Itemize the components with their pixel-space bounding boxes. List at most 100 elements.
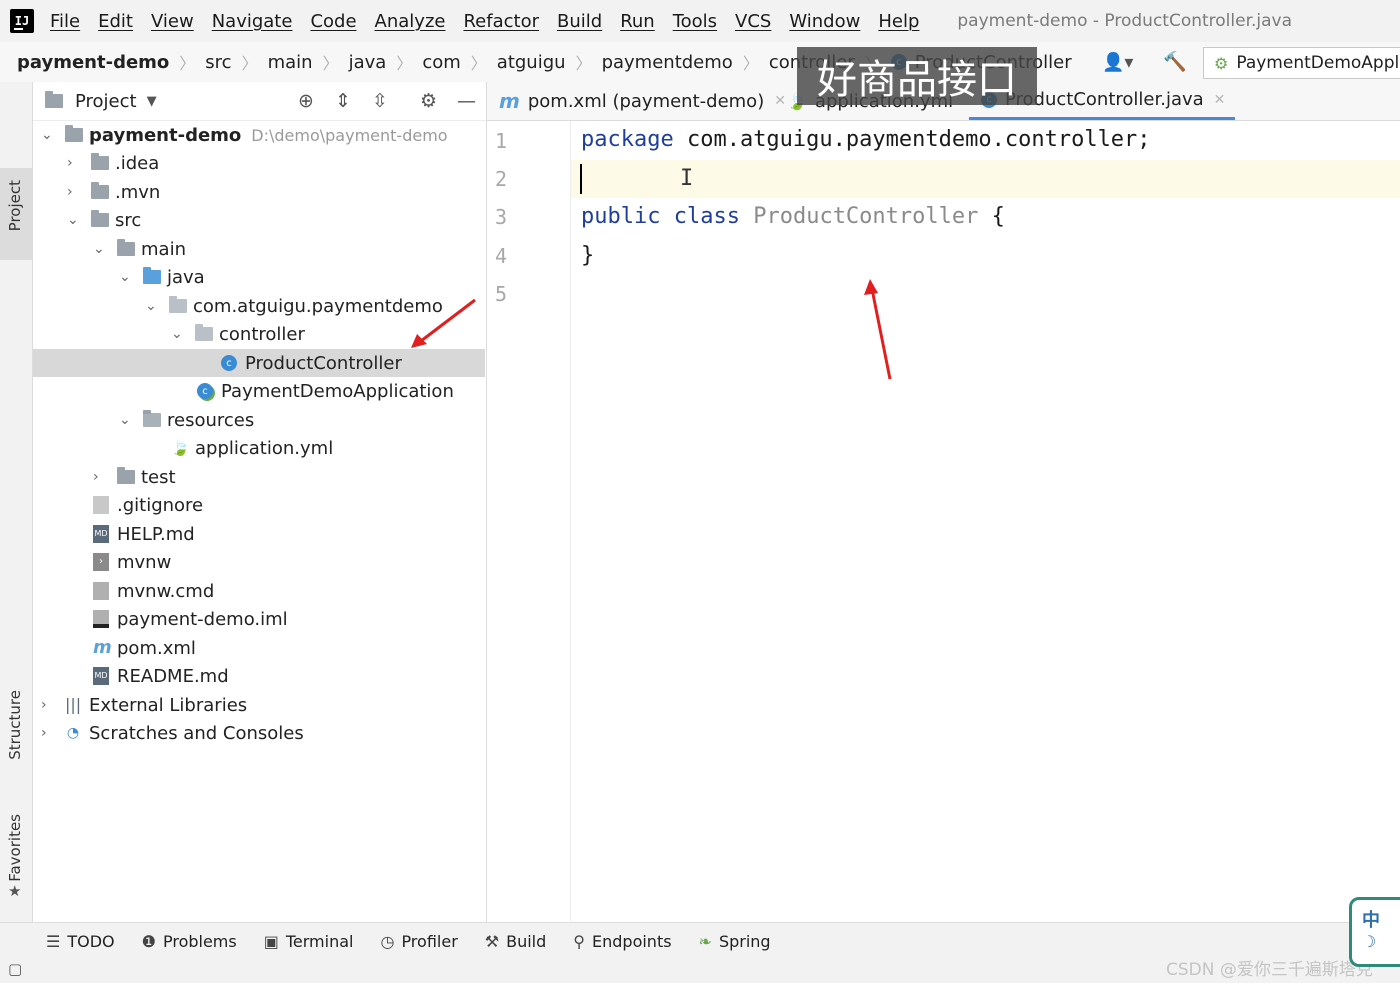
chevron-down-icon[interactable]: ⌄ [145, 298, 159, 314]
user-dropdown-icon[interactable]: 👤▾ [1102, 52, 1133, 73]
chevron-down-icon[interactable]: ⌄ [119, 412, 133, 428]
menu-run[interactable]: Run [620, 11, 655, 32]
menu-file[interactable]: File [50, 11, 80, 32]
tree-item-label: ProductController [245, 352, 402, 374]
menu-tools[interactable]: Tools [673, 11, 717, 32]
tree-item-readme-md[interactable]: MD README.md [93, 662, 229, 690]
code-editor[interactable]: package com.atguigu.paymentdemo.controll… [571, 121, 1400, 921]
menu-refactor[interactable]: Refactor [463, 11, 539, 32]
tree-item-test[interactable]: › test [93, 463, 176, 491]
intellij-logo-icon: IJ [10, 9, 34, 33]
tree-item-java[interactable]: ⌄ java [119, 263, 205, 291]
breadcrumb-main[interactable]: main [268, 52, 313, 73]
project-tool-tab[interactable]: Project [0, 168, 32, 260]
chevron-right-icon[interactable]: › [41, 697, 55, 713]
chevron-right-icon[interactable]: › [93, 469, 107, 485]
locate-crosshair-icon[interactable]: ⊕ [298, 90, 314, 112]
text-file-icon [93, 582, 109, 600]
menu-view[interactable]: View [151, 11, 194, 32]
terminal-tool-button[interactable]: ▣ Terminal [264, 932, 354, 951]
profiler-tool-button[interactable]: ◷ Profiler [380, 932, 457, 951]
breadcrumb-java[interactable]: java [349, 52, 387, 73]
tree-item-application-yml[interactable]: 🍃 application.yml [171, 434, 333, 462]
structure-tool-tab[interactable]: Structure [6, 690, 24, 760]
hammer-icon: ⚒ [484, 931, 500, 951]
breadcrumb-com[interactable]: com [422, 52, 460, 73]
close-icon[interactable]: ✕ [1214, 92, 1226, 108]
tree-item-package-controller[interactable]: ⌄ controller [171, 320, 305, 348]
build-tool-button[interactable]: ⚒ Build [485, 932, 547, 951]
spring-tool-button[interactable]: ❧ Spring [699, 932, 771, 951]
todo-tool-button[interactable]: ☰ TODO [46, 932, 115, 951]
build-hammer-icon[interactable]: 🔨 [1163, 50, 1187, 73]
chevron-down-icon[interactable]: ⌄ [171, 326, 185, 342]
tree-item-label: mvnw [117, 551, 172, 573]
menu-analyze[interactable]: Analyze [375, 11, 446, 32]
tree-item-payment-demo[interactable]: ⌄ payment-demo D:\demo\payment-demo [41, 121, 481, 149]
line-number: 2 [495, 167, 508, 191]
expand-all-icon[interactable]: ⇕ [335, 90, 351, 112]
left-tool-stripe: Project Structure Favorites ★ [0, 82, 33, 922]
chevron-right-icon[interactable]: › [67, 184, 81, 200]
chevron-right-icon[interactable]: › [67, 155, 81, 171]
run-configuration-select[interactable]: ⚙ PaymentDemoApplic [1203, 47, 1400, 79]
endpoints-tool-button[interactable]: ⚲ Endpoints [573, 932, 671, 951]
editor-gutter: 1 2 3 4 5 [487, 121, 571, 921]
tree-item-src[interactable]: ⌄ src [67, 206, 141, 234]
breadcrumb-atguigu[interactable]: atguigu [497, 52, 566, 73]
ime-status-widget[interactable]: 中 ☽ [1349, 897, 1400, 967]
tree-item-package-paymentdemo[interactable]: ⌄ com.atguigu.paymentdemo [145, 292, 443, 320]
tab-pom-xml[interactable]: m pom.xml (payment-demo) ✕ [499, 82, 786, 120]
project-view-select[interactable]: Project [75, 91, 137, 112]
tree-item-label: pom.xml [117, 637, 196, 659]
chevron-down-icon[interactable]: ▼ [147, 94, 157, 109]
line-number: 1 [495, 129, 508, 153]
tree-item-main[interactable]: ⌄ main [93, 235, 186, 263]
tree-item-mvnw-cmd[interactable]: mvnw.cmd [93, 577, 214, 605]
keyword: class [673, 204, 740, 229]
close-icon[interactable]: ✕ [774, 93, 786, 109]
tree-item-mvnw[interactable]: › mvnw [93, 548, 171, 576]
gear-icon[interactable]: ⚙ [420, 90, 437, 112]
tree-item-scratches[interactable]: › ◔ Scratches and Consoles [41, 719, 304, 747]
menu-help[interactable]: Help [878, 11, 919, 32]
toggle-tool-windows-icon[interactable]: ▢ [8, 960, 22, 978]
menu-edit[interactable]: Edit [98, 11, 133, 32]
tree-item-pom-xml[interactable]: m pom.xml [93, 634, 196, 662]
menu-window[interactable]: Window [789, 11, 860, 32]
breadcrumb-project[interactable]: payment-demo [17, 52, 169, 73]
tree-item-label: .idea [115, 152, 160, 174]
text-caret [580, 164, 582, 194]
tree-item-mvn[interactable]: › .mvn [67, 178, 160, 206]
tree-item-help-md[interactable]: MD HELP.md [93, 520, 195, 548]
chevron-down-icon[interactable]: ⌄ [93, 241, 107, 257]
tree-item-payment-demo-iml[interactable]: payment-demo.iml [93, 605, 288, 633]
chevron-right-icon[interactable]: › [41, 725, 55, 741]
tree-item-resources[interactable]: ⌄ resources [119, 406, 254, 434]
menu-vcs[interactable]: VCS [735, 11, 771, 32]
tree-item-gitignore[interactable]: .gitignore [93, 491, 203, 519]
chevron-down-icon[interactable]: ⌄ [119, 269, 133, 285]
breadcrumb-paymentdemo[interactable]: paymentdemo [602, 52, 733, 73]
tree-item-paymentdemoapplication[interactable]: c PaymentDemoApplication [197, 377, 454, 405]
package-name: com.atguigu.paymentdemo.controller; [673, 127, 1151, 152]
collapse-all-icon[interactable]: ⇳ [372, 90, 388, 112]
tree-item-external-libraries[interactable]: › ||| External Libraries [41, 691, 247, 719]
tree-item-label: PaymentDemoApplication [221, 380, 454, 402]
keyword: public [581, 204, 661, 229]
keyword: package [581, 127, 674, 152]
favorites-tool-tab[interactable]: Favorites [6, 814, 24, 882]
menu-navigate[interactable]: Navigate [212, 11, 293, 32]
menu-build[interactable]: Build [557, 11, 602, 32]
chevron-down-icon[interactable]: ⌄ [67, 212, 81, 228]
tree-item-idea[interactable]: › .idea [67, 149, 159, 177]
tree-item-label: Scratches and Consoles [89, 722, 304, 744]
folder-icon [65, 125, 83, 142]
problems-tool-button[interactable]: ❶ Problems [142, 932, 237, 951]
hide-panel-icon[interactable]: — [457, 90, 476, 112]
menu-code[interactable]: Code [310, 11, 356, 32]
breadcrumb-src[interactable]: src [205, 52, 231, 73]
chevron-down-icon[interactable]: ⌄ [41, 127, 55, 143]
annotation-arrow-icon [864, 279, 892, 380]
line-number: 3 [495, 205, 508, 229]
